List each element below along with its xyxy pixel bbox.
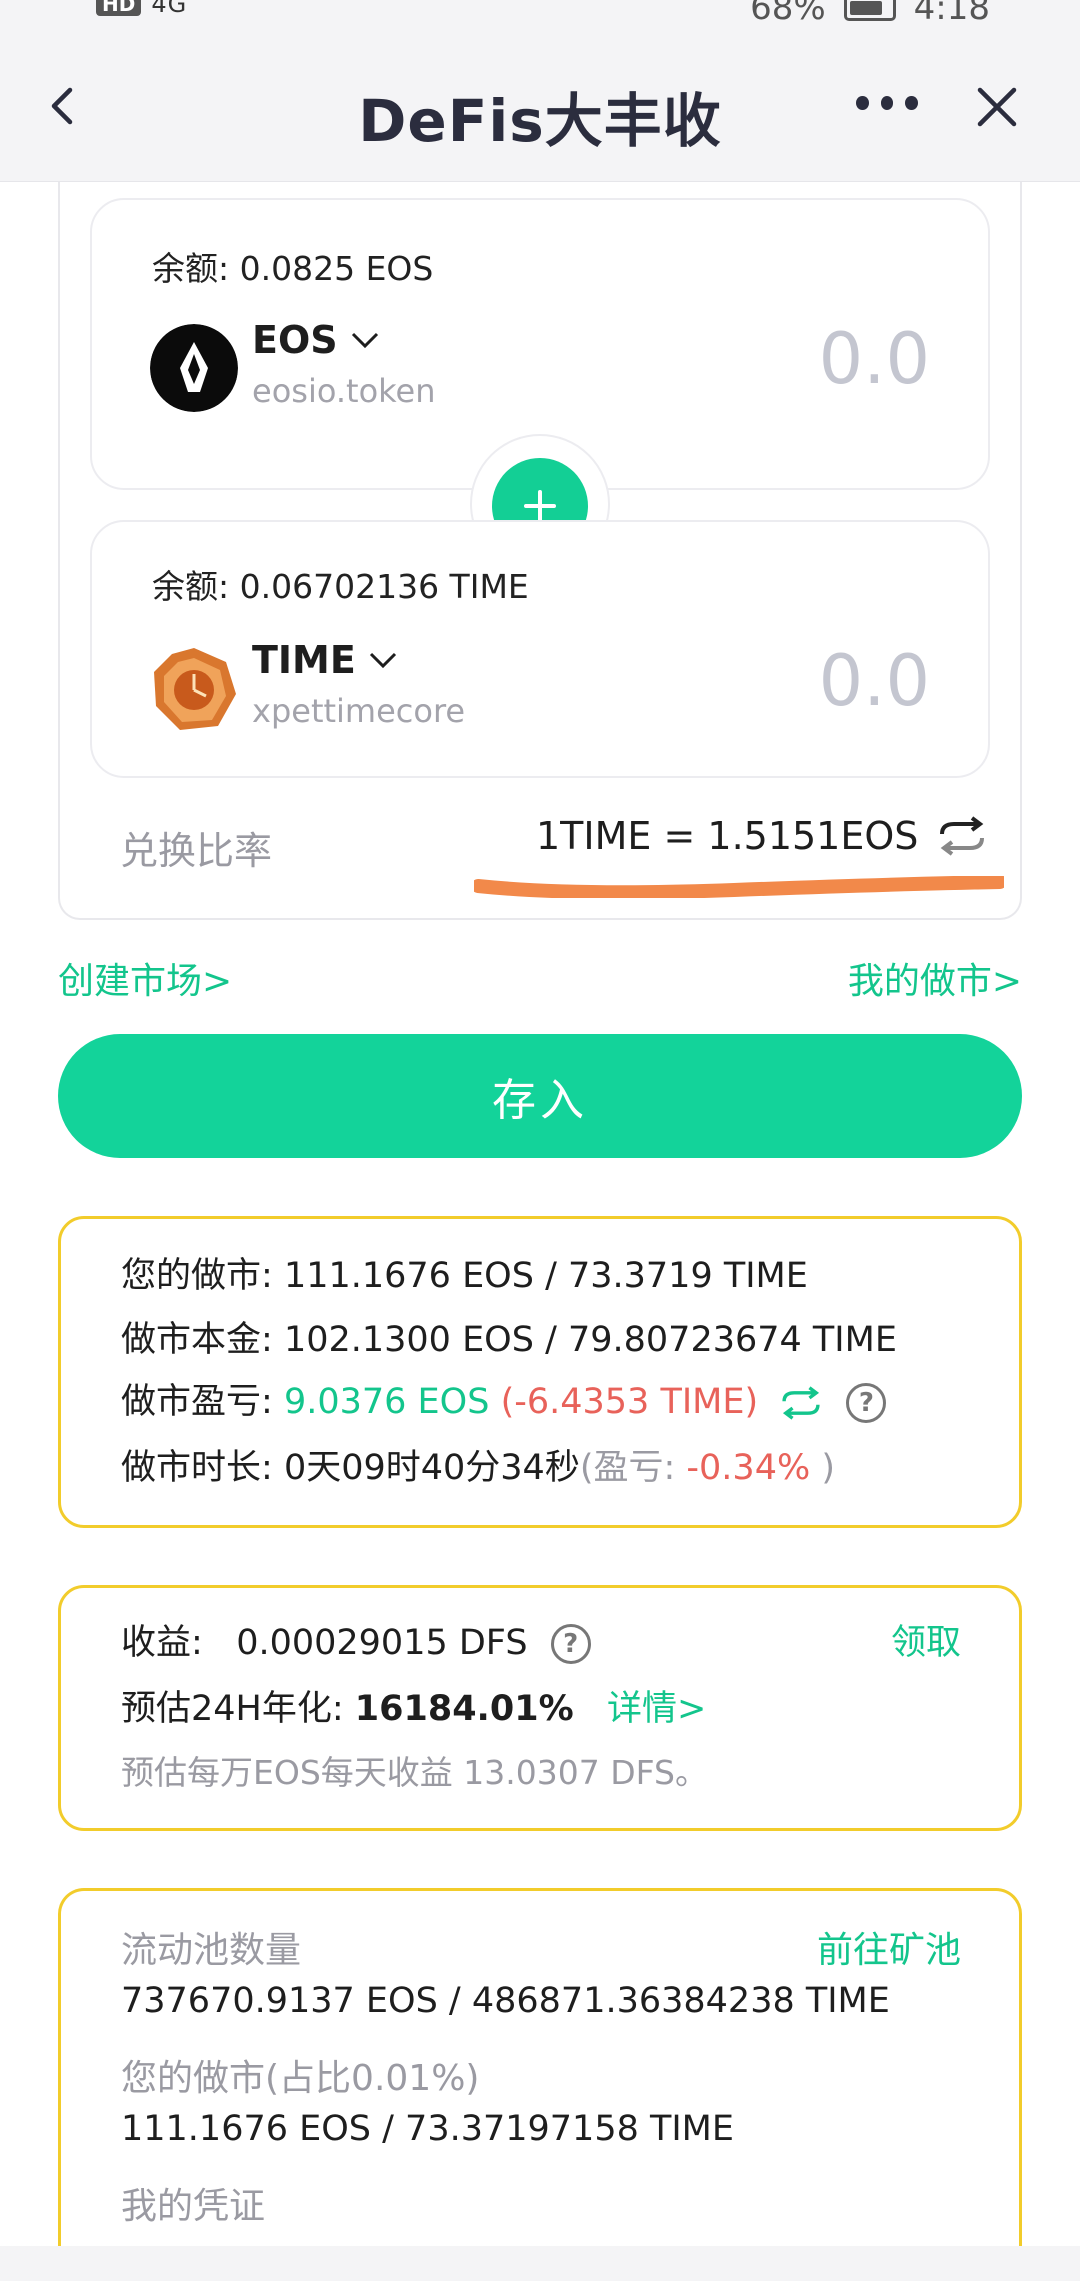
pool-label: 流动池数量 [121,1930,302,1971]
pnl-time: (-6.4353 TIME) [500,1382,759,1422]
claim-button[interactable]: 领取 [891,1614,961,1665]
duration-row: 做市时长: 0天09时40分34秒(盈亏: -0.34% ) [121,1439,835,1490]
market-info-card: 您的做市: 111.1676 EOS / 73.3719 TIME 做市本金: … [58,1216,1022,1528]
pnl-label: 做市盈亏: [121,1382,273,1422]
more-dots-icon[interactable] [856,96,919,112]
chevron-down-icon [351,332,378,349]
signal-icon: 4G [151,0,188,18]
pool-value: 737670.9137 EOS / 486871.36384238 TIME [121,1981,890,2021]
token-b-box: 余额: 0.06702136 TIME TIME xpettimecore 0.… [90,520,990,778]
apy-label: 预估24H年化: [121,1689,344,1729]
help-icon[interactable]: ? [846,1383,887,1423]
clock: 4:18 [913,0,990,28]
duration-label: 做市时长: [121,1448,273,1488]
network-hd-badge: HD [96,0,142,16]
orange-highlight-stroke [474,876,1004,898]
my-market-label: 您的做市: [121,1256,273,1296]
bottom-nav-shadow [0,2246,1080,2281]
earnings-value: 0.00029015 DFS [236,1623,528,1663]
daily-note: 预估每万EOS每天收益 13.0307 DFS。 [121,1753,708,1792]
token-b-balance: 余额: 0.06702136 TIME [152,567,529,606]
token-a-name: EOS [252,318,338,362]
pnl-eos: 9.0376 EOS [283,1382,490,1422]
swap-cycle-icon[interactable] [779,1385,823,1421]
status-bar: HD 4G 68% 4:18 [0,0,1080,34]
deposit-button[interactable]: 存入 [58,1034,1022,1158]
close-icon[interactable] [974,84,1020,130]
go-pool-link[interactable]: 前往矿池 [817,1921,961,1973]
share-value: 111.1676 EOS / 73.37197158 TIME [121,2109,734,2149]
token-a-contract: eosio.token [252,372,436,410]
rate-label: 兑换比率 [120,829,273,873]
create-market-link[interactable]: 创建市场> [58,952,232,1004]
my-market-row: 您的做市: 111.1676 EOS / 73.3719 TIME [121,1247,808,1298]
apy-row: 预估24H年化: 16184.01% 详情> [121,1680,706,1731]
receipt-label: 我的凭证 [121,2186,266,2227]
duration-pnl-suffix: ) [810,1448,836,1488]
app-header: DeFis大丰收 [0,34,1080,182]
token-a-balance: 余额: 0.0825 EOS [152,249,434,288]
token-b-name: TIME [252,638,356,682]
rate-value: 1TIME = 1.5151EOS [536,814,988,858]
eos-logo-icon [150,324,238,412]
principal-row: 做市本金: 102.1300 EOS / 79.80723674 TIME [121,1311,897,1362]
earnings-card: 收益: 0.00029015 DFS ? 领取 预估24H年化: 16184.0… [58,1585,1022,1831]
rate-text: 1TIME = 1.5151EOS [536,814,919,858]
swap-cycle-icon[interactable] [936,816,988,856]
my-market-link[interactable]: 我的做市> [848,952,1022,1004]
token-a-amount-input[interactable]: 0.0 [819,318,930,400]
duration-pnl-value: -0.34% [686,1448,811,1488]
pnl-row: 做市盈亏: 9.0376 EOS (-6.4353 TIME) ? [121,1373,887,1424]
token-b-amount-input[interactable]: 0.0 [819,640,930,722]
details-link[interactable]: 详情> [607,1689,706,1729]
token-b-selector[interactable]: TIME [252,638,398,682]
earnings-row: 收益: 0.00029015 DFS ? [121,1614,591,1665]
duration-pnl-prefix: (盈亏: [579,1448,687,1488]
token-a-selector[interactable]: EOS [252,318,380,362]
earnings-label: 收益: [121,1623,203,1663]
my-market-value: 111.1676 EOS / 73.3719 TIME [283,1256,808,1296]
battery-percent: 68% [750,0,826,28]
chevron-down-icon [369,652,396,669]
help-icon[interactable]: ? [550,1624,591,1664]
page-title: DeFis大丰收 [358,87,722,155]
principal-value: 102.1300 EOS / 79.80723674 TIME [283,1320,897,1360]
token-b-contract: xpettimecore [252,692,466,730]
share-label: 您的做市(占比0.01%) [121,2058,480,2099]
duration-value: 0天09时40分34秒 [283,1448,580,1488]
time-logo-icon [154,648,236,730]
pool-card: 流动池数量 前往矿池 737670.9137 EOS / 486871.3638… [58,1888,1022,2281]
battery-icon [843,0,896,21]
principal-label: 做市本金: [121,1320,273,1360]
apy-value: 16184.01% [354,1689,574,1729]
